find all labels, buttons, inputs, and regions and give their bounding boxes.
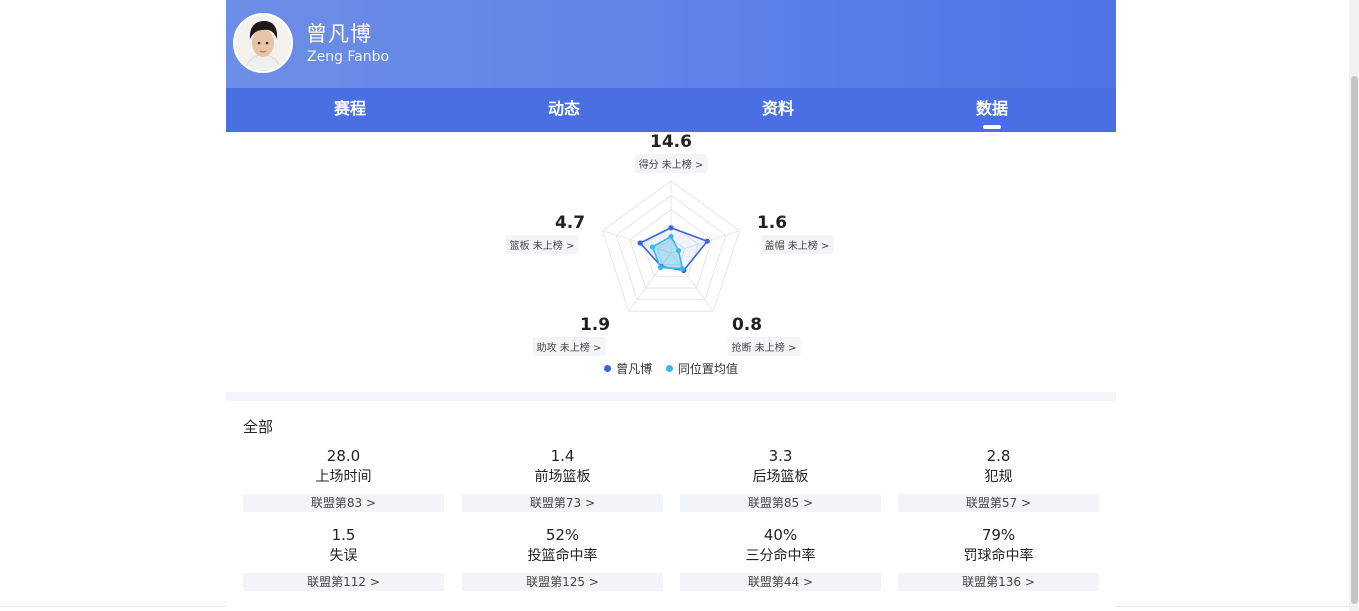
stat-rank-link[interactable]: 联盟第57 > xyxy=(898,494,1099,512)
stat-label: 犯规 xyxy=(984,469,1013,485)
stat-value: 3.3 xyxy=(768,447,793,465)
legend-label-average: 同位置均值 xyxy=(677,362,738,376)
radar-series-average-point xyxy=(675,247,682,254)
stat-label: 前场篮板 xyxy=(534,469,591,485)
stat-cell: 2.8 犯规 联盟第57 > xyxy=(898,446,1099,512)
radar-series-average-point xyxy=(649,244,656,250)
radar-series-player-point xyxy=(668,225,674,231)
section-divider xyxy=(226,392,1116,401)
stat-value: 79% xyxy=(981,526,1016,544)
stat-label: 后场篮板 xyxy=(752,469,809,485)
stat-cell: 1.5 失误 联盟第112 > xyxy=(243,525,444,591)
radar-rank-rebounds[interactable]: 篮板 未上榜 > xyxy=(505,235,579,254)
stat-value: 1.4 xyxy=(550,447,575,465)
stat-rank-link[interactable]: 联盟第73 > xyxy=(462,494,663,512)
radar-series-player-point xyxy=(704,238,710,244)
player-panel: 曾凡博 Zeng Fanbo 赛程 动态 资料 数据 14.6 得分 未上榜 >… xyxy=(226,0,1116,611)
stat-cell: 40% 三分命中率 联盟第44 > xyxy=(680,525,881,591)
radar-rank-steals[interactable]: 抢断 未上榜 > xyxy=(727,337,801,356)
legend-item-average[interactable]: 同位置均值 xyxy=(665,362,738,376)
stat-label: 失误 xyxy=(329,548,358,564)
scrollbar-thumb[interactable] xyxy=(1351,76,1358,604)
legend-dot-player xyxy=(604,365,612,372)
stat-rank-link[interactable]: 联盟第85 > xyxy=(680,494,881,512)
section-title: 全部 xyxy=(243,418,274,436)
radar-chart: 14.6 得分 未上榜 > 1.6 盖帽 未上榜 > 0.8 抢断 未上榜 > … xyxy=(226,132,1116,392)
legend-dot-average xyxy=(665,365,673,372)
stat-rank-link[interactable]: 联盟第125 > xyxy=(462,573,663,591)
stat-rank-link[interactable]: 联盟第136 > xyxy=(898,573,1099,591)
radar-value-points: 14.6 xyxy=(650,132,692,152)
radar-value-blocks: 1.6 xyxy=(756,213,788,233)
tab-stats[interactable]: 数据 xyxy=(885,88,1099,132)
radar-series-average-point xyxy=(679,266,686,272)
player-avatar xyxy=(233,13,293,73)
stat-value: 40% xyxy=(763,526,798,544)
radar-series-player-point xyxy=(637,240,643,246)
stat-rank-link[interactable]: 联盟第44 > xyxy=(680,573,881,591)
player-name: 曾凡博 xyxy=(306,22,372,46)
stat-label: 三分命中率 xyxy=(745,548,816,564)
stat-value: 2.8 xyxy=(986,447,1011,465)
tab-profile[interactable]: 资料 xyxy=(671,88,885,132)
stat-cell: 28.0 上场时间 联盟第83 > xyxy=(243,446,444,512)
tab-news[interactable]: 动态 xyxy=(457,88,671,132)
radar-value-rebounds: 4.7 xyxy=(554,213,586,233)
stat-label: 罚球命中率 xyxy=(963,548,1034,564)
radar-value-steals: 0.8 xyxy=(731,315,763,335)
stat-rank-link[interactable]: 联盟第83 > xyxy=(243,494,444,512)
stat-label: 上场时间 xyxy=(315,469,372,485)
radar-rank-blocks[interactable]: 盖帽 未上榜 > xyxy=(760,235,834,254)
stat-value: 1.5 xyxy=(331,526,356,544)
stat-cell: 1.4 前场篮板 联盟第73 > xyxy=(462,446,663,512)
player-name-english: Zeng Fanbo xyxy=(307,49,390,65)
radar-value-assists: 1.9 xyxy=(579,315,611,335)
stat-value: 52% xyxy=(545,526,580,544)
tab-schedule[interactable]: 赛程 xyxy=(243,88,457,132)
avatar-portrait-icon xyxy=(235,15,291,71)
player-header: 曾凡博 Zeng Fanbo xyxy=(226,0,1116,88)
stat-value: 28.0 xyxy=(326,447,361,465)
radar-series-average-point xyxy=(657,264,664,271)
radar-rank-points[interactable]: 得分 未上榜 > xyxy=(634,154,708,173)
radar-legend: 曾凡博 同位置均值 xyxy=(226,360,1116,377)
legend-label-player: 曾凡博 xyxy=(616,362,653,376)
radar-series-average-point xyxy=(668,233,674,240)
stat-cell: 52% 投篮命中率 联盟第125 > xyxy=(462,525,663,591)
stat-cell: 79% 罚球命中率 联盟第136 > xyxy=(898,525,1099,591)
radar-rank-assists[interactable]: 助攻 未上榜 > xyxy=(532,337,606,356)
stat-rank-link[interactable]: 联盟第112 > xyxy=(243,573,444,591)
tab-bar: 赛程 动态 资料 数据 xyxy=(226,88,1116,132)
legend-item-player[interactable]: 曾凡博 xyxy=(604,362,652,376)
stat-label: 投篮命中率 xyxy=(527,548,598,564)
stat-cell: 3.3 后场篮板 联盟第85 > xyxy=(680,446,881,512)
